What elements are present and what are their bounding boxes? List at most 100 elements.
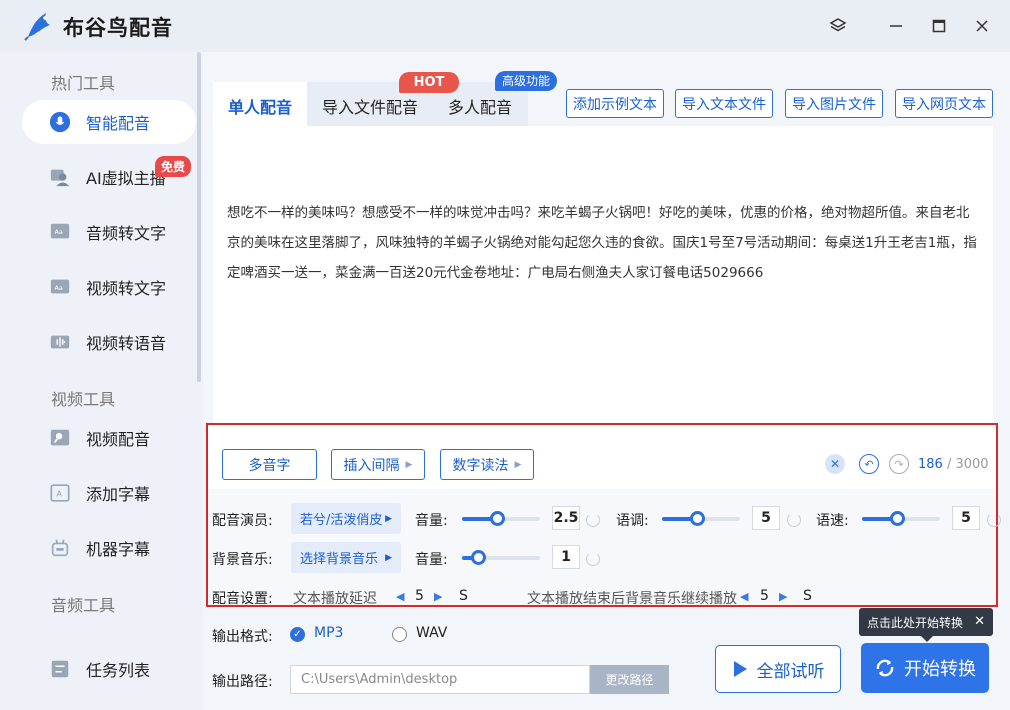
sidebar-item-label: 智能配音 — [86, 114, 151, 133]
delay-label: 文本播放延迟 — [293, 591, 377, 607]
pitch-value[interactable]: 5 — [752, 506, 780, 530]
sidebar-item-video-to-voice[interactable]: 视频转语音 — [22, 320, 196, 364]
slider-handle[interactable] — [470, 550, 486, 565]
sidebar-item-video-to-text[interactable]: Aa 视频转文字 — [22, 265, 196, 309]
mp3-label[interactable]: MP3 — [314, 625, 343, 641]
number-read-label: 数字读法 — [452, 457, 509, 474]
subtitle-icon: A — [49, 482, 71, 504]
bgm-continue-label: 文本播放结束后背景音乐继续播放 — [527, 591, 737, 607]
number-read-button[interactable]: 数字读法 ▶ — [440, 449, 534, 480]
continue-decrease-icon[interactable]: ◀ — [740, 590, 748, 603]
triangle-right-icon: ▶ — [385, 513, 392, 524]
delay-decrease-icon[interactable]: ◀ — [396, 590, 404, 603]
pitch-label: 语调: — [616, 513, 649, 529]
sidebar-item-label: AI虚拟主播 — [86, 169, 166, 188]
redo-icon[interactable]: ↷ — [889, 454, 909, 474]
tooltip-tail — [921, 636, 933, 642]
sidebar-item-label: 视频转文字 — [86, 279, 167, 298]
char-count: 186 — [918, 457, 943, 472]
sidebar-item-machine-subtitle[interactable]: 机器字幕 — [22, 526, 196, 570]
tooltip-close-icon[interactable]: ✕ — [974, 614, 985, 629]
convert-icon — [876, 659, 894, 677]
video-dub-icon — [49, 427, 71, 449]
output-path-input[interactable] — [290, 665, 590, 694]
volume-slider[interactable] — [462, 511, 540, 526]
import-image-button[interactable]: 导入图片文件 — [785, 89, 883, 118]
triangle-right-icon: ▶ — [385, 552, 392, 563]
task-list-icon — [49, 658, 71, 680]
bgm-volume-value[interactable]: 1 — [552, 545, 580, 569]
start-convert-label: 开始转换 — [904, 659, 976, 680]
bgm-select[interactable]: 选择背景音乐 ▶ — [291, 542, 401, 573]
clear-icon[interactable]: ✕ — [825, 454, 845, 474]
slider-handle[interactable] — [890, 511, 906, 526]
svg-text:Aa: Aa — [55, 228, 63, 236]
preview-all-button[interactable]: 全部试听 — [715, 645, 841, 693]
sidebar-item-label: 音频转文字 — [86, 224, 167, 243]
tooltip-text: 点击此处开始转换 — [867, 615, 964, 630]
triangle-right-icon: ▶ — [405, 459, 413, 470]
speed-value[interactable]: 5 — [952, 506, 980, 530]
reset-icon[interactable] — [987, 513, 1001, 527]
section-hot-tools: 热门工具 — [51, 74, 116, 93]
pitch-slider[interactable] — [662, 511, 740, 526]
play-icon — [733, 661, 747, 677]
reset-icon[interactable] — [787, 513, 801, 527]
sidebar-scrollbar[interactable] — [197, 52, 201, 382]
layers-icon[interactable] — [826, 14, 850, 38]
tab-import-file-dubbing[interactable]: 导入文件配音 — [322, 94, 418, 118]
sidebar-item-audio-to-text[interactable]: Aa 音频转文字 — [22, 210, 196, 254]
bgm-label: 背景音乐: — [212, 552, 273, 568]
minimize-icon[interactable] — [884, 14, 908, 38]
char-counter: 186 / 3000 — [918, 457, 989, 472]
reset-icon[interactable] — [586, 513, 600, 527]
voice-actor-select[interactable]: 若兮/活泼俏皮 ▶ — [291, 503, 401, 534]
import-web-button[interactable]: 导入网页文本 — [895, 89, 993, 118]
avatar-icon — [49, 166, 71, 188]
continue-unit: S — [803, 588, 812, 604]
import-text-button[interactable]: 导入文本文件 — [675, 89, 773, 118]
output-format-label: 输出格式: — [212, 629, 273, 645]
sidebar-item-label: 机器字幕 — [86, 540, 151, 559]
volume-value[interactable]: 2.5 — [552, 506, 580, 530]
audio-text-icon: Aa — [49, 221, 71, 243]
svg-text:A: A — [56, 489, 62, 499]
free-badge: 免费 — [155, 156, 192, 177]
text-editor[interactable]: 想吃不一样的美味吗？想感受不一样的味觉冲击吗？来吃羊蝎子火锅吧！好吃的美味，优惠… — [213, 126, 993, 426]
continue-value: 5 — [760, 588, 769, 604]
sidebar-item-task-list[interactable]: 任务列表 — [22, 647, 196, 691]
editor-text[interactable]: 想吃不一样的美味吗？想感受不一样的味觉冲击吗？来吃羊蝎子火锅吧！好吃的美味，优惠… — [227, 198, 979, 288]
continue-increase-icon[interactable]: ▶ — [779, 590, 787, 603]
wav-radio[interactable] — [392, 627, 407, 642]
mp3-radio[interactable]: ✓ — [290, 627, 305, 642]
sidebar-item-video-dubbing[interactable]: 视频配音 — [22, 416, 196, 460]
insert-pause-button[interactable]: 插入间隔 ▶ — [331, 449, 425, 480]
microphone-icon — [49, 111, 71, 133]
hot-badge: HOT — [399, 72, 459, 93]
slider-handle[interactable] — [690, 511, 706, 526]
add-example-button[interactable]: 添加示例文本 — [566, 89, 664, 118]
sidebar-item-label: 视频转语音 — [86, 334, 167, 353]
bgm-volume-label: 音量: — [415, 552, 448, 568]
slider-handle[interactable] — [490, 511, 506, 526]
sidebar-item-add-subtitle[interactable]: A 添加字幕 — [22, 471, 196, 515]
sidebar-item-smart-dubbing[interactable]: 智能配音 — [22, 100, 196, 144]
tab-single-dubbing[interactable]: 单人配音 — [228, 94, 292, 118]
tab-multi-dubbing[interactable]: 多人配音 — [448, 94, 512, 118]
change-path-button[interactable]: 更改路径 — [590, 665, 669, 694]
sidebar-item-label: 任务列表 — [86, 661, 151, 680]
undo-icon[interactable]: ↶ — [859, 454, 879, 474]
delay-increase-icon[interactable]: ▶ — [434, 590, 442, 603]
start-convert-button[interactable]: 开始转换 — [861, 643, 989, 693]
close-icon[interactable] — [970, 14, 994, 38]
polyphone-button[interactable]: 多音字 — [222, 449, 317, 480]
reset-icon[interactable] — [586, 552, 600, 566]
maximize-icon[interactable] — [927, 14, 951, 38]
start-tooltip: 点击此处开始转换 ✕ — [859, 608, 993, 636]
voice-actor-label: 配音演员: — [212, 513, 273, 529]
robot-icon — [49, 537, 71, 559]
wav-label[interactable]: WAV — [416, 625, 447, 641]
bgm-volume-slider[interactable] — [462, 550, 540, 565]
speed-slider[interactable] — [862, 511, 940, 526]
output-path-label: 输出路径: — [212, 674, 273, 690]
